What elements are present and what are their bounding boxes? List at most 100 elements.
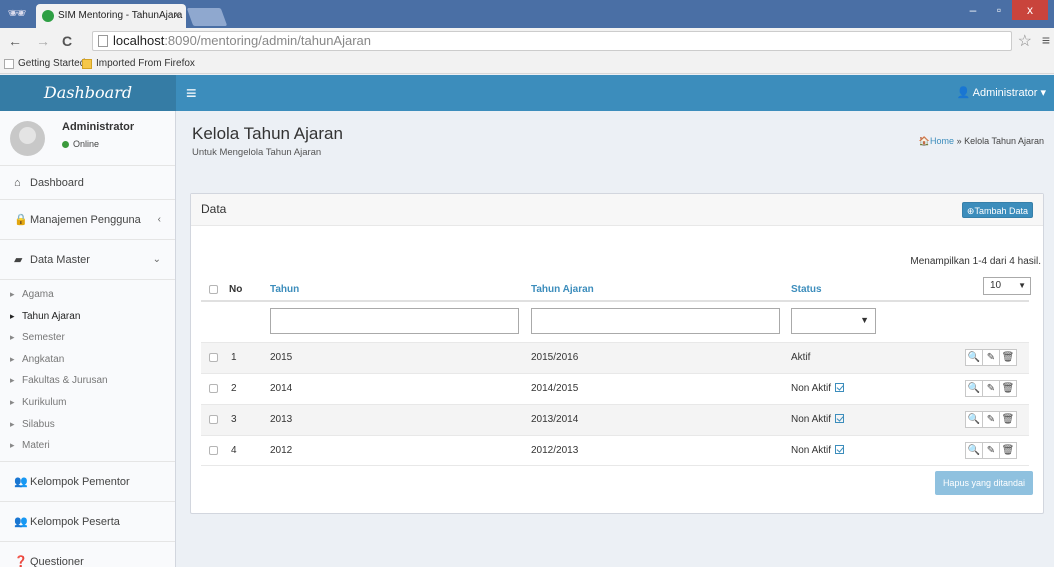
sidebar: Administrator Online ⌂ Dashboard 🔒 Manajem… (0, 111, 176, 567)
edit-icon[interactable]: ✎ (982, 442, 1000, 459)
add-data-button[interactable]: ⊕Tambah Data (961, 202, 1033, 218)
sidebar-item-manajemen-pengguna[interactable]: 🔒 Manajemen Pengguna ‹ (0, 200, 175, 240)
chevron-down-icon: ⌄ (152, 254, 161, 265)
box-header: Data ⊕Tambah Data (191, 194, 1043, 226)
sidebar-item-dashboard[interactable]: ⌂ Dashboard (0, 166, 175, 200)
header-no: No (229, 284, 243, 295)
table-row: 2 2014 2014/2015 Non Aktif 🔍 ✎ 🗑 (201, 373, 1029, 404)
breadcrumb: 🏠Home » Kelola Tahun Ajaran (919, 136, 1044, 147)
browser-tab[interactable]: SIM Mentoring - TahunAjara × (36, 4, 186, 28)
filter-status-select[interactable]: ▼ (791, 308, 876, 334)
new-tab-button[interactable] (186, 8, 228, 26)
edit-icon[interactable]: ✎ (982, 380, 1000, 397)
activate-check-icon[interactable] (835, 383, 845, 392)
sidebar-item-kelompok-pementor[interactable]: 👥 Kelompok Pementor (0, 462, 175, 502)
view-icon[interactable]: 🔍 (965, 349, 983, 366)
favicon-icon (42, 10, 54, 22)
user-menu[interactable]: 👤 Administrator ▾ (956, 85, 1046, 101)
book-icon: ▰ (14, 254, 23, 266)
sidebar-subitem-semester[interactable]: Semester (0, 327, 175, 349)
bookmark-getting-started[interactable]: Getting Started (4, 54, 85, 74)
header-status[interactable]: Status (791, 284, 822, 295)
cell-no: 2 (231, 383, 237, 394)
edit-icon[interactable]: ✎ (982, 411, 1000, 428)
sidebar-item-questioner[interactable]: ❓ Questioner (0, 542, 175, 567)
forward-icon[interactable]: → (36, 32, 50, 50)
menu-toggle-icon[interactable]: ≡ (186, 83, 197, 103)
header-tahun-ajaran[interactable]: Tahun Ajaran (531, 284, 594, 295)
bookmarks-bar: Getting Started Imported From Firefox (0, 54, 1054, 74)
activate-check-icon[interactable] (835, 445, 845, 454)
breadcrumb-current: Kelola Tahun Ajaran (964, 136, 1044, 146)
delete-icon[interactable]: 🗑 (999, 442, 1017, 459)
row-actions: 🔍 ✎ 🗑 (965, 380, 1017, 397)
sidebar-subitem-fakultas[interactable]: Fakultas & Jurusan (0, 370, 175, 392)
add-data-label: Tambah Data (974, 206, 1028, 216)
window-close-button[interactable]: x (1012, 0, 1048, 20)
row-checkbox[interactable] (209, 384, 218, 393)
status-text: Non Aktif (791, 414, 832, 425)
bookmark-star-icon[interactable]: ☆ (1018, 31, 1032, 51)
url-input[interactable]: localhost:8090/mentoring/admin/tahunAjar… (92, 31, 1012, 51)
url-path: :8090/mentoring/admin/tahunAjaran (164, 33, 372, 48)
reload-icon[interactable]: C (62, 32, 72, 50)
select-all-checkbox[interactable] (209, 285, 218, 294)
bookmark-imported[interactable]: Imported From Firefox (82, 54, 195, 74)
cell-status: Non Aktif (791, 445, 845, 456)
sidebar-item-label: Manajemen Pengguna (30, 214, 141, 226)
minimize-button[interactable]: – (960, 0, 986, 20)
delete-icon[interactable]: 🗑 (999, 349, 1017, 366)
filter-tahun-input[interactable] (270, 308, 519, 334)
row-checkbox[interactable] (209, 415, 218, 424)
row-checkbox[interactable] (209, 446, 218, 455)
sidebar-subitem-agama[interactable]: Agama (0, 284, 175, 306)
delete-selected-button[interactable]: Hapus yang ditandai (934, 471, 1033, 495)
browser-tabbar: 🕶 SIM Mentoring - TahunAjara × – ▫ x (0, 0, 1054, 28)
sidebar-subitem-angkatan[interactable]: Angkatan (0, 349, 175, 371)
sidebar-subitem-silabus[interactable]: Silabus (0, 414, 175, 436)
dropdown-arrow-icon: ▼ (1018, 281, 1026, 290)
bookmark-label: Getting Started (18, 58, 86, 69)
cell-no: 1 (231, 352, 237, 363)
delete-icon[interactable]: 🗑 (999, 380, 1017, 397)
sidebar-item-data-master[interactable]: ▰ Data Master ⌄ (0, 240, 175, 280)
header-tahun[interactable]: Tahun (270, 284, 299, 295)
per-page-value: 10 (990, 280, 1002, 291)
activate-check-icon[interactable] (835, 414, 845, 423)
status-text: Aktif (791, 352, 811, 363)
per-page-select[interactable]: 10 ▼ (983, 277, 1031, 295)
sidebar-subitem-tahun-ajaran[interactable]: Tahun Ajaran (0, 306, 175, 328)
sidebar-subitem-materi[interactable]: Materi (0, 435, 175, 457)
data-box: Data ⊕Tambah Data Menampilkan 1-4 dari 4… (190, 193, 1044, 514)
chevron-left-icon: ‹ (157, 214, 161, 225)
box-title: Data (201, 202, 227, 216)
page-title: Kelola Tahun Ajaran (192, 124, 343, 143)
dropdown-arrow-icon: ▼ (860, 315, 869, 325)
sidebar-subitem-kurikulum[interactable]: Kurikulum (0, 392, 175, 414)
home-icon: ⌂ (14, 177, 21, 189)
cell-tahun-ajaran: 2012/2013 (531, 445, 579, 456)
view-icon[interactable]: 🔍 (965, 380, 983, 397)
view-icon[interactable]: 🔍 (965, 442, 983, 459)
app-logo[interactable]: Dashboard (0, 75, 176, 111)
question-icon: ❓ (14, 555, 28, 567)
delete-icon[interactable]: 🗑 (999, 411, 1017, 428)
page-icon (98, 35, 108, 47)
filter-tahun-ajaran-input[interactable] (531, 308, 780, 334)
breadcrumb-home[interactable]: 🏠Home (919, 136, 957, 146)
data-master-submenu: Agama Tahun Ajaran Semester Angkatan Fak… (0, 280, 175, 462)
maximize-button[interactable]: ▫ (986, 0, 1012, 20)
address-bar: ← → C localhost:8090/mentoring/admin/tah… (0, 28, 1054, 54)
edit-icon[interactable]: ✎ (982, 349, 1000, 366)
back-icon[interactable]: ← (8, 32, 22, 50)
cell-status: Aktif (791, 352, 810, 363)
tab-close-icon[interactable]: × (174, 4, 180, 28)
row-checkbox[interactable] (209, 353, 218, 362)
page-subtitle: Untuk Mengelola Tahun Ajaran (192, 147, 322, 158)
user-menu-label: Administrator ▾ (972, 87, 1046, 99)
sidebar-item-kelompok-peserta[interactable]: 👥 Kelompok Peserta (0, 502, 175, 542)
browser-menu-icon[interactable]: ≡ (1042, 32, 1050, 48)
content-header: Kelola Tahun Ajaran Untuk Mengelola Tahu… (192, 124, 343, 158)
lock-icon: 🔒 (14, 214, 28, 226)
view-icon[interactable]: 🔍 (965, 411, 983, 428)
